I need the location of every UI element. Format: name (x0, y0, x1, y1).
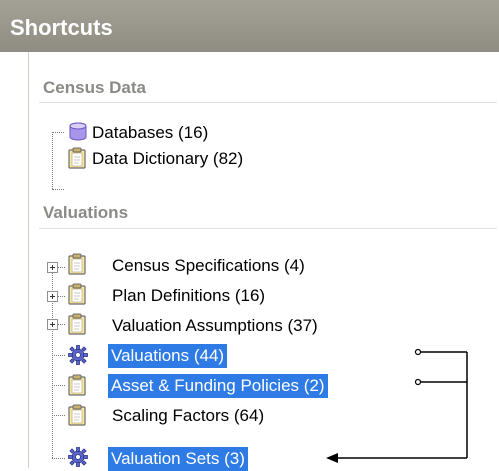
relationship-arrows (326, 348, 468, 463)
arrow-origin-dot (414, 348, 422, 356)
arrow-origin-dot (414, 378, 422, 386)
arrow-head (326, 453, 338, 463)
